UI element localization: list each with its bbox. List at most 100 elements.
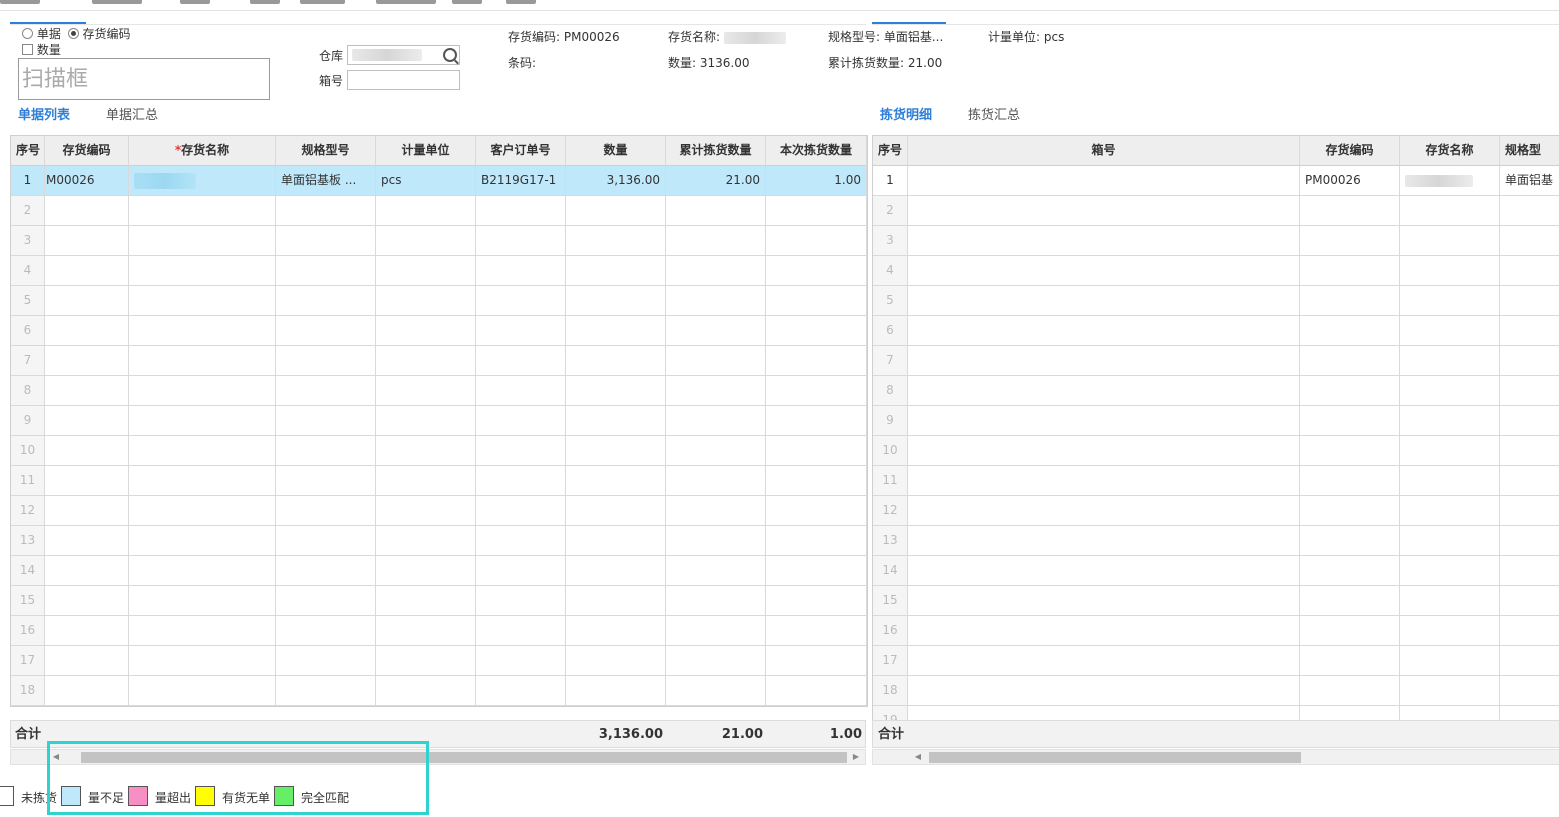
table-row[interactable]: 13	[873, 526, 1559, 556]
table-row[interactable]: 7	[11, 346, 867, 376]
table-cell[interactable]	[908, 436, 1300, 466]
table-cell[interactable]	[1500, 286, 1559, 316]
table-cell[interactable]	[666, 556, 766, 586]
table-cell[interactable]	[376, 226, 476, 256]
table-cell[interactable]	[566, 196, 666, 226]
table-cell[interactable]	[276, 436, 376, 466]
table-cell[interactable]	[476, 466, 566, 496]
table-cell[interactable]	[1400, 436, 1500, 466]
table-cell[interactable]	[376, 676, 476, 706]
table-cell[interactable]	[276, 466, 376, 496]
table-row[interactable]: 12	[873, 496, 1559, 526]
table-row[interactable]: 14	[873, 556, 1559, 586]
table-cell[interactable]	[1300, 436, 1400, 466]
table-cell[interactable]	[908, 646, 1300, 676]
table-cell[interactable]	[376, 556, 476, 586]
table-cell[interactable]	[566, 436, 666, 466]
table-cell[interactable]	[766, 226, 867, 256]
tab-picking-summary[interactable]: 拣货汇总	[968, 104, 1020, 123]
table-cell[interactable]	[1400, 616, 1500, 646]
table-cell[interactable]	[908, 346, 1300, 376]
table-cell[interactable]	[666, 496, 766, 526]
table-cell[interactable]	[276, 586, 376, 616]
table-cell[interactable]	[45, 406, 129, 436]
cell-spec[interactable]: 单面铝基板 ...	[276, 166, 376, 196]
table-cell[interactable]	[766, 286, 867, 316]
table-cell[interactable]	[1300, 466, 1400, 496]
table-cell[interactable]	[766, 466, 867, 496]
table-cell[interactable]	[566, 466, 666, 496]
table-cell[interactable]	[1500, 586, 1559, 616]
table-cell[interactable]	[566, 676, 666, 706]
table-cell[interactable]	[476, 496, 566, 526]
table-cell[interactable]	[276, 406, 376, 436]
table-cell[interactable]	[45, 226, 129, 256]
table-cell[interactable]	[1300, 616, 1400, 646]
tab-document-summary[interactable]: 单据汇总	[106, 104, 158, 123]
table-cell[interactable]	[1400, 646, 1500, 676]
table-row[interactable]: 5	[11, 286, 867, 316]
table-cell[interactable]	[45, 526, 129, 556]
col-header-qty[interactable]: 数量	[566, 136, 666, 166]
col-header-this[interactable]: 本次拣货数量	[766, 136, 867, 166]
table-cell[interactable]	[276, 676, 376, 706]
table-cell[interactable]	[1400, 406, 1500, 436]
table-row[interactable]: 2	[873, 196, 1559, 226]
table-cell[interactable]	[376, 646, 476, 676]
table-cell[interactable]	[1500, 616, 1559, 646]
table-cell[interactable]	[376, 406, 476, 436]
cell-order[interactable]: B2119G17-1	[476, 166, 566, 196]
table-cell[interactable]	[45, 646, 129, 676]
table-cell[interactable]	[566, 376, 666, 406]
table-cell[interactable]	[666, 316, 766, 346]
table-cell[interactable]	[129, 676, 276, 706]
table-cell[interactable]	[276, 196, 376, 226]
table-cell[interactable]	[1500, 376, 1559, 406]
table-cell[interactable]	[476, 196, 566, 226]
table-cell[interactable]	[276, 646, 376, 676]
table-cell[interactable]	[1400, 496, 1500, 526]
table-cell[interactable]	[129, 316, 276, 346]
table-cell[interactable]	[129, 526, 276, 556]
table-cell[interactable]	[666, 526, 766, 556]
table-cell[interactable]	[766, 376, 867, 406]
col-header-no[interactable]: 序号	[11, 136, 45, 166]
table-cell[interactable]	[1400, 286, 1500, 316]
table-cell[interactable]	[1500, 436, 1559, 466]
table-cell[interactable]	[476, 346, 566, 376]
table-cell[interactable]	[766, 526, 867, 556]
table-cell[interactable]	[908, 316, 1300, 346]
table-cell[interactable]	[566, 646, 666, 676]
table-cell[interactable]	[566, 586, 666, 616]
table-row[interactable]: 13	[11, 526, 867, 556]
table-cell[interactable]	[666, 646, 766, 676]
table-row[interactable]: 14	[11, 556, 867, 586]
table-cell[interactable]	[276, 556, 376, 586]
table-cell[interactable]	[1400, 226, 1500, 256]
table-cell[interactable]	[908, 466, 1300, 496]
cell-spec[interactable]: 单面铝基	[1500, 166, 1559, 196]
col-header-name[interactable]: *存货名称	[129, 136, 276, 166]
table-cell[interactable]	[908, 226, 1300, 256]
table-cell[interactable]	[1400, 676, 1500, 706]
table-row[interactable]: 18	[873, 676, 1559, 706]
table-cell[interactable]	[908, 496, 1300, 526]
table-cell[interactable]	[129, 556, 276, 586]
cell-box[interactable]	[908, 166, 1300, 196]
table-cell[interactable]	[376, 496, 476, 526]
table-cell[interactable]	[666, 616, 766, 646]
table-cell[interactable]	[908, 586, 1300, 616]
table-cell[interactable]	[129, 256, 276, 286]
scan-mode-radio-inventory-code[interactable]	[67, 28, 79, 39]
table-cell[interactable]	[1300, 526, 1400, 556]
table-cell[interactable]	[1400, 466, 1500, 496]
table-cell[interactable]	[1500, 346, 1559, 376]
table-cell[interactable]	[129, 616, 276, 646]
table-cell[interactable]	[276, 256, 376, 286]
col-header-order[interactable]: 客户订单号	[476, 136, 566, 166]
table-cell[interactable]	[45, 316, 129, 346]
table-cell[interactable]	[376, 466, 476, 496]
table-cell[interactable]	[1400, 346, 1500, 376]
col-header-box[interactable]: 箱号	[908, 136, 1300, 166]
table-cell[interactable]	[45, 676, 129, 706]
